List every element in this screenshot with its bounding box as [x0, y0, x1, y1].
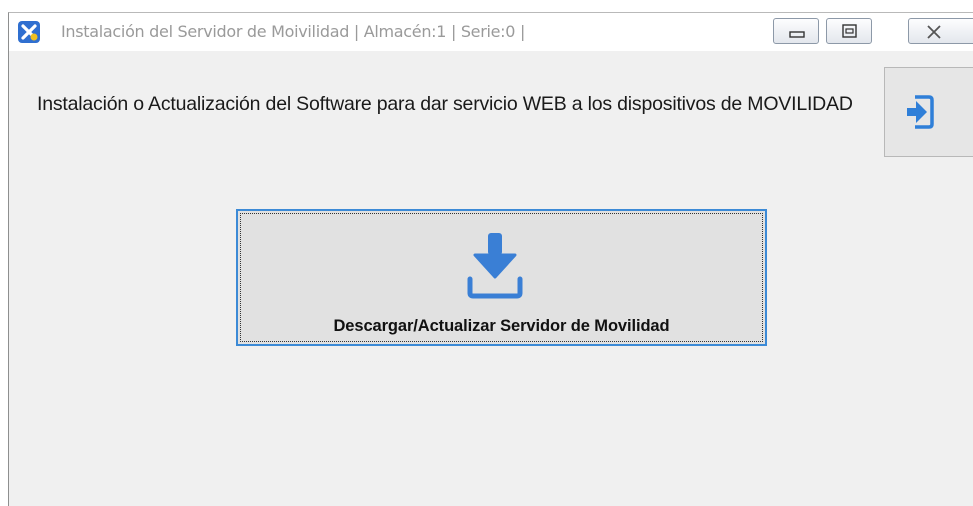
app-icon: [18, 21, 40, 43]
window-title: Instalación del Servidor de Moivilidad |…: [61, 22, 526, 41]
app-window: Instalación del Servidor de Moivilidad |…: [8, 12, 973, 506]
download-update-button[interactable]: Descargar/Actualizar Servidor de Movilid…: [236, 209, 767, 346]
close-button[interactable]: [908, 18, 973, 44]
title-bar[interactable]: Instalación del Servidor de Moivilidad |…: [9, 13, 973, 51]
maximize-icon: [842, 24, 857, 38]
download-icon: [467, 233, 523, 299]
minimize-button[interactable]: [773, 18, 819, 44]
close-icon: [927, 25, 941, 39]
minimize-icon: [789, 31, 805, 38]
download-button-label: Descargar/Actualizar Servidor de Movilid…: [333, 317, 670, 335]
maximize-button[interactable]: [826, 18, 872, 44]
exit-arrow-icon: [907, 95, 934, 129]
description-text: Instalación o Actualización del Software…: [37, 93, 853, 115]
exit-button[interactable]: [884, 67, 973, 157]
